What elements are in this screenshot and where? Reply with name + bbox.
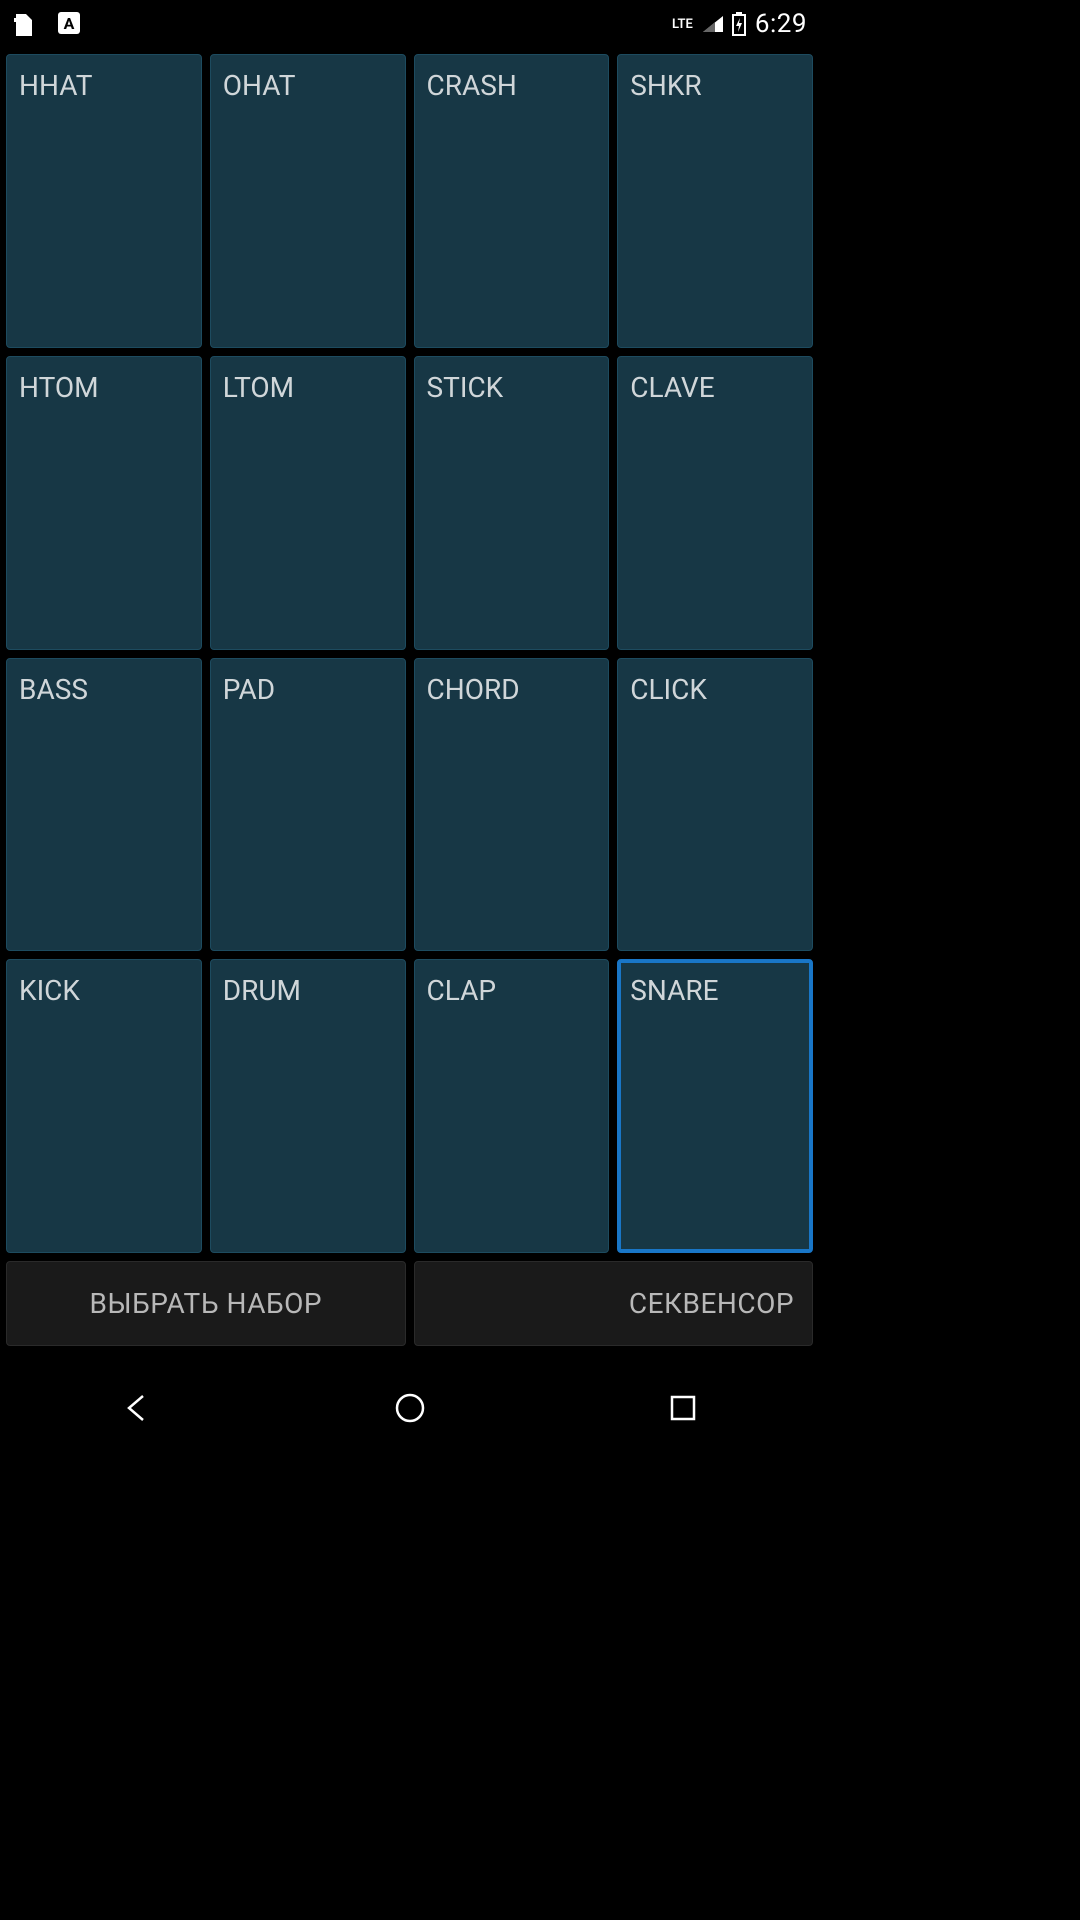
pad-drum[interactable]: DRUM	[210, 959, 406, 1253]
pad-shkr[interactable]: SHKR	[617, 54, 813, 348]
sd-card-icon	[12, 10, 36, 38]
app-icon: A	[56, 10, 82, 38]
pad-chord[interactable]: CHORD	[414, 658, 610, 952]
select-set-button[interactable]: ВЫБРАТЬ НАБОР	[6, 1261, 406, 1346]
pad-label: KICK	[19, 974, 80, 1007]
pad-label: DRUM	[223, 974, 301, 1007]
pad-label: CLAP	[427, 974, 497, 1007]
sequencer-button[interactable]: СЕКВЕНСОР	[414, 1261, 814, 1346]
pad-label: CLICK	[630, 673, 707, 706]
recent-button[interactable]	[647, 1372, 719, 1444]
nav-bar	[0, 1360, 819, 1456]
pad-hhat[interactable]: HHAT	[6, 54, 202, 348]
battery-icon	[731, 12, 747, 36]
button-label: ВЫБРАТЬ НАБОР	[89, 1287, 322, 1320]
pad-label: HHAT	[19, 69, 92, 102]
pad-crash[interactable]: CRASH	[414, 54, 610, 348]
pad-label: OHAT	[223, 69, 296, 102]
pad-grid: HHAT OHAT CRASH SHKR HTOM LTOM STICK CLA…	[0, 48, 819, 1261]
pad-label: SHKR	[630, 69, 701, 102]
pad-label: LTOM	[223, 371, 294, 404]
back-icon	[119, 1390, 155, 1426]
clock: 6:29	[755, 9, 807, 39]
pad-bass[interactable]: BASS	[6, 658, 202, 952]
pad-ohat[interactable]: OHAT	[210, 54, 406, 348]
back-button[interactable]	[101, 1372, 173, 1444]
pad-label: SNARE	[630, 974, 718, 1007]
pad-snare[interactable]: SNARE	[617, 959, 813, 1253]
button-label: СЕКВЕНСОР	[629, 1287, 794, 1320]
pad-pad[interactable]: PAD	[210, 658, 406, 952]
recent-icon	[665, 1390, 701, 1426]
pad-click[interactable]: CLICK	[617, 658, 813, 952]
home-button[interactable]	[374, 1372, 446, 1444]
pad-stick[interactable]: STICK	[414, 356, 610, 650]
svg-text:A: A	[64, 14, 75, 33]
pad-label: CLAVE	[630, 371, 714, 404]
signal-icon	[701, 14, 723, 34]
bottom-row: ВЫБРАТЬ НАБОР СЕКВЕНСОР	[0, 1261, 819, 1346]
pad-label: HTOM	[19, 371, 99, 404]
home-icon	[392, 1390, 428, 1426]
pad-label: CRASH	[427, 69, 517, 102]
pad-label: PAD	[223, 673, 275, 706]
pad-label: STICK	[427, 371, 504, 404]
pad-clap[interactable]: CLAP	[414, 959, 610, 1253]
pad-clave[interactable]: CLAVE	[617, 356, 813, 650]
pad-kick[interactable]: KICK	[6, 959, 202, 1253]
lte-icon: LTE	[672, 17, 693, 32]
pad-htom[interactable]: HTOM	[6, 356, 202, 650]
status-right: LTE 6:29	[672, 9, 807, 39]
pad-label: CHORD	[427, 673, 520, 706]
pad-label: BASS	[19, 673, 88, 706]
status-left: A	[12, 10, 82, 38]
status-bar: A LTE 6:29	[0, 0, 819, 48]
pad-ltom[interactable]: LTOM	[210, 356, 406, 650]
